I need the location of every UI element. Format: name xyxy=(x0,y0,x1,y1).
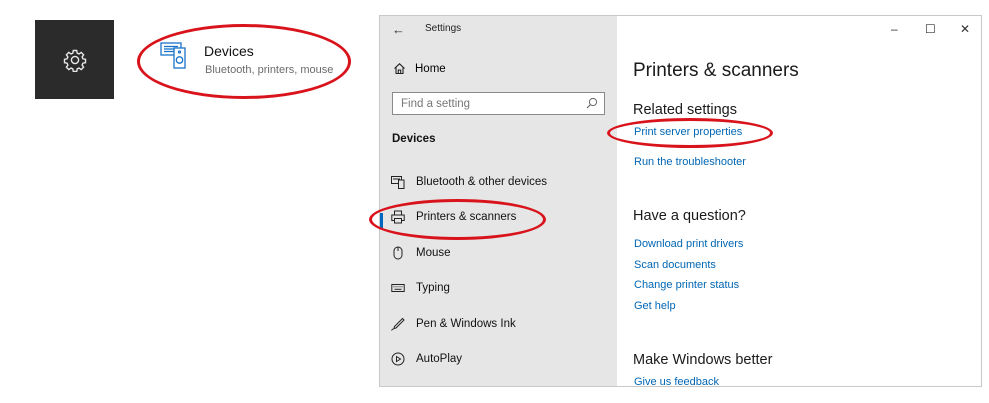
nav-item-mouse[interactable]: Mouse xyxy=(391,246,451,260)
nav-section-devices: Devices xyxy=(392,133,436,145)
back-arrow-icon[interactable]: ← xyxy=(392,22,405,37)
mouse-icon xyxy=(391,246,405,260)
page-title: Printers & scanners xyxy=(633,60,799,81)
pen-icon xyxy=(391,317,405,331)
nav-home[interactable]: Home xyxy=(393,62,446,75)
change-printer-status-link[interactable]: Change printer status xyxy=(634,279,739,291)
nav-item-autoplay[interactable]: AutoPlay xyxy=(391,352,462,366)
nav-item-label: AutoPlay xyxy=(416,353,463,365)
make-windows-better-heading: Make Windows better xyxy=(633,352,773,368)
nav-item-label: Pen & Windows Ink xyxy=(416,318,516,330)
search-icon[interactable] xyxy=(585,96,599,115)
nav-home-label: Home xyxy=(415,62,446,75)
nav-item-pen[interactable]: Pen & Windows Ink xyxy=(391,317,516,331)
close-button[interactable]: ✕ xyxy=(960,22,970,36)
devices-callout xyxy=(137,24,351,99)
bluetooth-devices-icon xyxy=(391,175,405,189)
nav-item-label: Bluetooth & other devices xyxy=(416,176,548,188)
scan-documents-link[interactable]: Scan documents xyxy=(634,259,716,271)
keyboard-icon xyxy=(391,281,405,295)
nav-item-label: Typing xyxy=(416,282,450,294)
print-server-callout xyxy=(607,118,773,148)
search-input[interactable]: Find a setting xyxy=(392,92,605,115)
nav-item-label: Mouse xyxy=(416,247,451,259)
run-troubleshooter-link[interactable]: Run the troubleshooter xyxy=(634,156,746,168)
get-help-link[interactable]: Get help xyxy=(634,300,676,312)
maximize-button[interactable]: ☐ xyxy=(925,22,936,36)
download-drivers-link[interactable]: Download print drivers xyxy=(634,238,743,250)
search-placeholder: Find a setting xyxy=(401,98,471,110)
home-icon xyxy=(394,63,405,75)
window-title: Settings xyxy=(425,23,462,34)
printers-callout xyxy=(369,199,546,240)
question-heading: Have a question? xyxy=(633,208,746,224)
settings-tile[interactable] xyxy=(35,20,114,99)
nav-item-bluetooth[interactable]: Bluetooth & other devices xyxy=(391,175,547,189)
related-settings-heading: Related settings xyxy=(633,102,737,118)
nav-item-typing[interactable]: Typing xyxy=(391,281,450,295)
minimize-button[interactable]: – xyxy=(891,22,898,36)
gear-icon xyxy=(63,49,86,72)
settings-content: – ☐ ✕ Printers & scanners Related settin… xyxy=(617,16,981,386)
autoplay-icon xyxy=(391,352,405,366)
feedback-link[interactable]: Give us feedback xyxy=(634,376,719,386)
